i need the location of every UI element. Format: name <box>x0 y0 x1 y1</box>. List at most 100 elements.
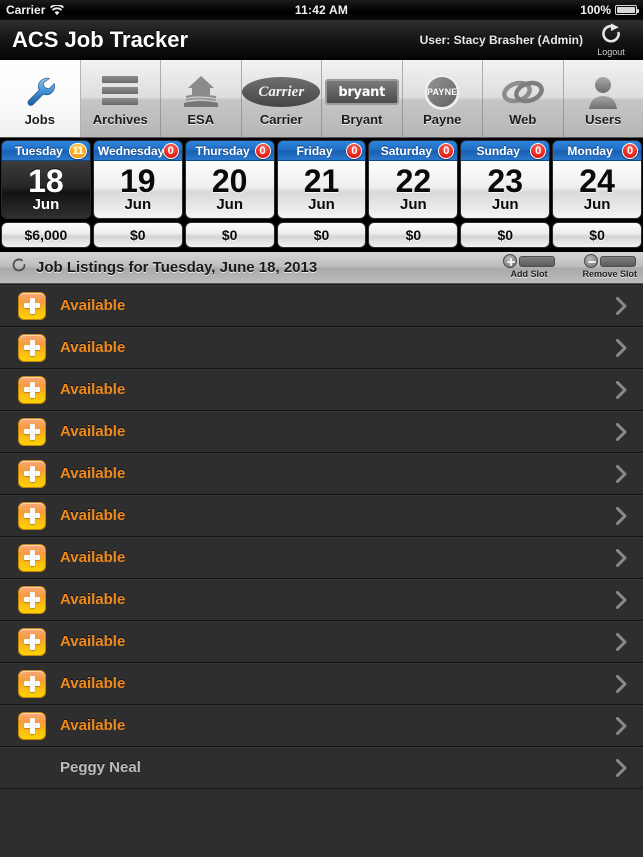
table-row[interactable]: Available <box>0 327 643 369</box>
tab-archives[interactable]: Archives <box>81 60 161 137</box>
date-card-1[interactable]: Wednesday 0 19 Jun <box>92 140 183 219</box>
table-row[interactable]: Peggy Neal <box>0 747 643 789</box>
plus-knob-icon[interactable] <box>503 254 517 268</box>
tab-jobs[interactable]: Jobs <box>0 60 81 137</box>
plus-icon[interactable] <box>18 333 46 362</box>
plus-icon[interactable] <box>18 669 46 698</box>
current-user-label: User: Stacy Brasher (Admin) <box>419 32 583 47</box>
plus-icon[interactable] <box>18 585 46 614</box>
tab-users[interactable]: Users <box>564 60 643 137</box>
tab-web-label: Web <box>509 112 537 127</box>
chevron-right-icon[interactable] <box>616 296 627 315</box>
chevron-right-icon[interactable] <box>616 464 627 483</box>
job-row-label: Available <box>60 339 126 356</box>
tab-archives-label: Archives <box>92 112 148 127</box>
date-badge-0: 11 <box>69 143 87 159</box>
plus-icon[interactable] <box>18 543 46 572</box>
table-row[interactable]: Available <box>0 495 643 537</box>
date-amount-1[interactable]: $0 <box>92 222 183 248</box>
refresh-spinner-icon[interactable] <box>10 256 28 279</box>
tab-web[interactable]: Web <box>483 60 564 137</box>
tab-carrier[interactable]: Carrier Carrier <box>242 60 322 137</box>
date-badge-3: 0 <box>346 143 363 159</box>
bryant-logo-icon: bryant <box>324 70 399 114</box>
date-month-2: Jun <box>216 195 243 213</box>
date-amount-3[interactable]: $0 <box>276 222 367 248</box>
chevron-right-icon[interactable] <box>616 422 627 441</box>
minus-knob-icon[interactable] <box>583 254 598 268</box>
plus-icon[interactable] <box>18 291 46 320</box>
table-row[interactable]: Available <box>0 369 643 411</box>
job-list[interactable]: Available Available Available Available … <box>0 284 643 857</box>
table-row[interactable]: Available <box>0 537 643 579</box>
job-row-label: Available <box>60 297 126 314</box>
add-slot-control[interactable]: Add Slot <box>503 254 555 279</box>
table-row[interactable]: Available <box>0 285 643 327</box>
date-card-header-0: Tuesday 11 <box>2 141 90 161</box>
date-month-3: Jun <box>308 195 335 213</box>
job-row-label: Available <box>60 717 126 734</box>
date-amount-5[interactable]: $0 <box>460 222 551 248</box>
chevron-right-icon[interactable] <box>616 548 627 567</box>
date-card-4[interactable]: Saturday 0 22 Jun <box>368 140 459 219</box>
bryant-logo-text: bryant <box>324 79 399 105</box>
date-card-0[interactable]: Tuesday 11 18 Jun <box>1 140 91 219</box>
date-amount-4[interactable]: $0 <box>368 222 459 248</box>
date-amount-0[interactable]: $6,000 <box>1 222 91 248</box>
table-row[interactable]: Available <box>0 411 643 453</box>
day-column-4: Saturday 0 22 Jun $0 <box>368 140 459 248</box>
add-slot-track[interactable] <box>519 255 555 267</box>
date-amount-2[interactable]: $0 <box>184 222 275 248</box>
chevron-right-icon[interactable] <box>616 716 627 735</box>
date-card-3[interactable]: Friday 0 21 Jun <box>276 140 367 219</box>
date-card-header-4: Saturday 0 <box>369 141 458 161</box>
chevron-right-icon[interactable] <box>616 380 627 399</box>
plus-icon[interactable] <box>18 501 46 530</box>
chevron-right-icon[interactable] <box>616 758 627 777</box>
payne-logo-icon: PAYNE <box>424 70 461 114</box>
tab-payne[interactable]: PAYNE Payne <box>403 60 483 137</box>
plus-icon[interactable] <box>18 711 46 740</box>
tab-jobs-label: Jobs <box>24 112 55 127</box>
job-row-label: Available <box>60 549 126 566</box>
date-card-2[interactable]: Thursday 0 20 Jun <box>184 140 275 219</box>
date-day-6: 24 <box>579 163 615 200</box>
table-row[interactable]: Available <box>0 621 643 663</box>
date-weekday-3: Friday <box>296 143 333 158</box>
date-card-6[interactable]: Monday 0 24 Jun <box>552 140 643 219</box>
tab-bryant[interactable]: bryant Bryant <box>322 60 403 137</box>
remove-slot-control[interactable]: Remove Slot <box>582 254 637 279</box>
chevron-right-icon[interactable] <box>616 338 627 357</box>
day-column-3: Friday 0 21 Jun $0 <box>276 140 367 248</box>
date-badge-4: 0 <box>438 143 455 159</box>
remove-slot-track[interactable] <box>599 255 636 267</box>
plus-icon[interactable] <box>18 417 46 446</box>
job-row-label: Available <box>60 675 126 692</box>
chevron-right-icon[interactable] <box>616 506 627 525</box>
plus-icon[interactable] <box>18 627 46 656</box>
table-row[interactable]: Available <box>0 663 643 705</box>
table-row[interactable]: Available <box>0 579 643 621</box>
date-card-header-1: Wednesday 0 <box>93 141 182 161</box>
date-day-5: 23 <box>487 163 524 200</box>
plus-icon[interactable] <box>18 375 46 404</box>
date-card-header-3: Friday 0 <box>277 141 366 161</box>
plus-icon[interactable] <box>18 459 46 488</box>
date-amount-6[interactable]: $0 <box>552 222 643 248</box>
date-card-body-4: 22 Jun <box>369 161 458 218</box>
add-slot-slider[interactable] <box>503 254 555 268</box>
remove-slot-slider[interactable] <box>583 254 636 268</box>
chevron-right-icon[interactable] <box>616 632 627 651</box>
day-column-6: Monday 0 24 Jun $0 <box>552 140 643 248</box>
page-title: ACS Job Tracker <box>12 26 189 52</box>
person-icon <box>585 70 621 114</box>
table-row[interactable]: Available <box>0 453 643 495</box>
chevron-right-icon[interactable] <box>616 590 627 609</box>
chevron-right-icon[interactable] <box>616 674 627 693</box>
date-card-5[interactable]: Sunday 0 23 Jun <box>460 140 551 219</box>
logout-button[interactable]: Logout <box>585 22 637 57</box>
table-row[interactable]: Available <box>0 705 643 747</box>
tab-esa[interactable]: ESA <box>161 60 242 137</box>
date-month-0: Jun <box>32 195 60 213</box>
add-slot-label: Add Slot <box>510 269 548 279</box>
